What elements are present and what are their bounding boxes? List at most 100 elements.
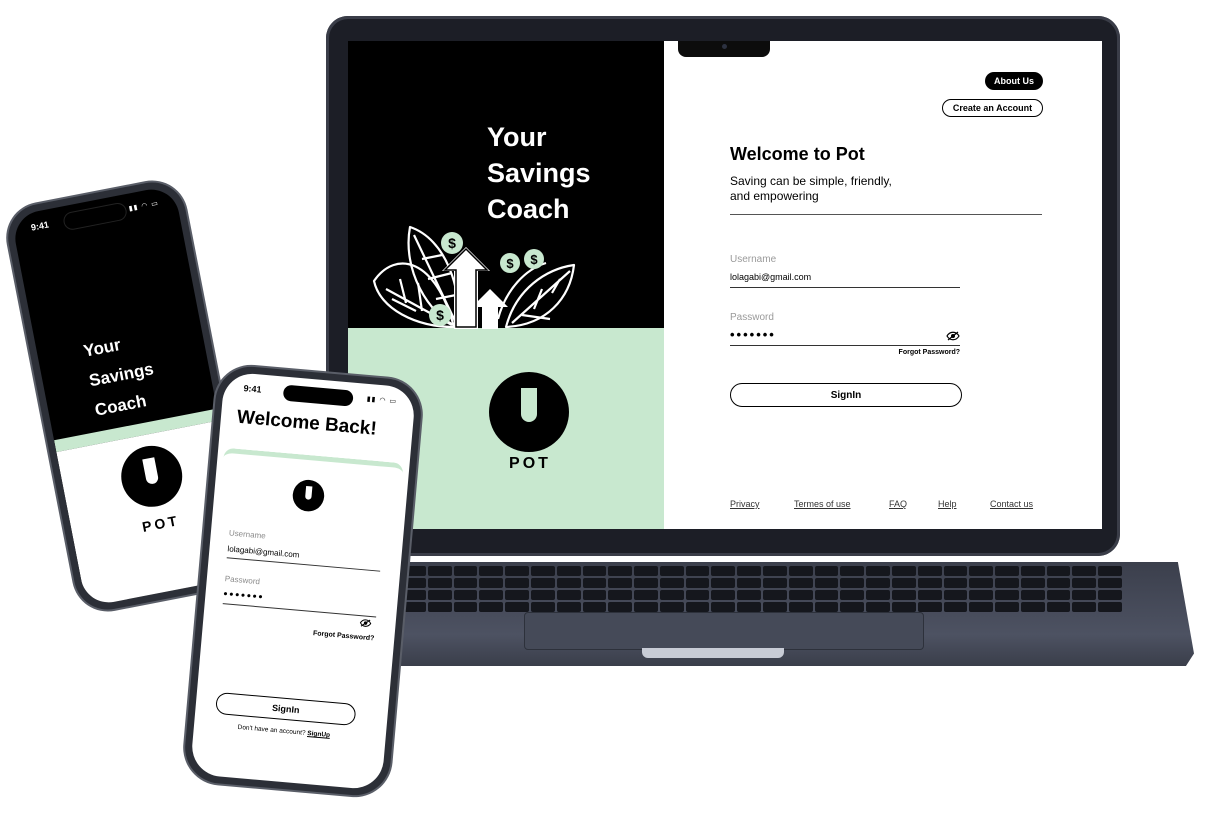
keyboard-key bbox=[891, 566, 916, 576]
username-label: Username bbox=[228, 528, 267, 541]
keyboard-key bbox=[866, 602, 890, 612]
forgot-password-link[interactable]: Forgot Password? bbox=[282, 627, 375, 642]
keyboard-key bbox=[814, 578, 839, 588]
svg-text:$: $ bbox=[436, 307, 444, 323]
battery-icon: ▭ bbox=[389, 397, 398, 406]
keyboard-key bbox=[969, 602, 994, 612]
login-card-top bbox=[223, 447, 404, 478]
keyboard-key bbox=[711, 602, 736, 612]
keyboard-key bbox=[1098, 590, 1122, 600]
signin-button[interactable]: SignIn bbox=[730, 383, 962, 407]
footer-privacy-link[interactable]: Privacy bbox=[730, 499, 760, 509]
keyboard-key bbox=[891, 578, 916, 588]
keyboard-key bbox=[814, 566, 839, 576]
keyboard-key bbox=[917, 590, 942, 600]
keyboard-key bbox=[1098, 602, 1122, 612]
keyboard-key bbox=[453, 602, 478, 612]
keyboard-key bbox=[1020, 590, 1045, 600]
keyboard-key bbox=[969, 578, 994, 588]
keyboard-key bbox=[582, 602, 607, 612]
keyboard-key bbox=[1046, 602, 1071, 612]
keyboard-key bbox=[453, 566, 478, 576]
username-input[interactable]: lolagabi@gmail.com bbox=[730, 272, 960, 288]
keyboard-key bbox=[608, 578, 633, 588]
brand-name: POT bbox=[509, 455, 551, 472]
footer-help-link[interactable]: Help bbox=[938, 499, 957, 509]
keyboard-key bbox=[840, 578, 865, 588]
keyboard-key bbox=[737, 602, 761, 612]
forgot-password-link[interactable]: Forgot Password? bbox=[860, 349, 960, 356]
password-input[interactable]: ••••••• bbox=[730, 328, 960, 346]
svg-text:$: $ bbox=[506, 256, 514, 271]
camera bbox=[722, 44, 727, 49]
keyboard-key bbox=[582, 590, 607, 600]
keyboard-key bbox=[788, 602, 813, 612]
footer-terms-link[interactable]: Termes of use bbox=[794, 499, 851, 509]
keyboard-key bbox=[634, 566, 658, 576]
keyboard-key bbox=[788, 590, 813, 600]
keyboard-key bbox=[427, 602, 452, 612]
keyboard-key bbox=[866, 578, 890, 588]
keyboard-key bbox=[814, 602, 839, 612]
keyboard-key bbox=[711, 566, 736, 576]
keyboard-key bbox=[530, 590, 555, 600]
keyboard-key bbox=[659, 578, 684, 588]
keyboard-key bbox=[659, 566, 684, 576]
battery-icon: ▭ bbox=[150, 200, 160, 209]
keyboard-key bbox=[711, 578, 736, 588]
signal-icon: ▮▮ bbox=[128, 203, 140, 213]
password-label: Password bbox=[224, 574, 261, 587]
dynamic-island bbox=[63, 202, 128, 231]
about-us-button[interactable]: About Us bbox=[985, 72, 1043, 90]
keyboard-key bbox=[1046, 578, 1071, 588]
keyboard-key bbox=[943, 590, 968, 600]
laptop-notch bbox=[678, 41, 770, 57]
keyboard-key bbox=[763, 602, 787, 612]
keyboard-key bbox=[608, 566, 633, 576]
username-input[interactable]: lolagabi@gmail.com bbox=[226, 544, 382, 572]
svg-text:$: $ bbox=[530, 252, 538, 267]
keyboard-key bbox=[917, 566, 942, 576]
eye-off-icon[interactable] bbox=[359, 618, 372, 628]
phone-login-screen: 9:41 ▮▮ ◠ ▭ Welcome Back! Username lolag… bbox=[189, 371, 417, 791]
keyboard-key bbox=[1020, 578, 1045, 588]
keyboard-key bbox=[763, 590, 787, 600]
keyboard-key bbox=[608, 602, 633, 612]
header-divider bbox=[730, 214, 1042, 215]
eye-off-icon[interactable] bbox=[946, 331, 960, 341]
keyboard-key bbox=[943, 602, 968, 612]
keyboard-key bbox=[582, 578, 607, 588]
keyboard-key bbox=[814, 590, 839, 600]
keyboard-key bbox=[427, 578, 452, 588]
signin-button[interactable]: SignIn bbox=[215, 691, 357, 727]
create-account-button[interactable]: Create an Account bbox=[942, 99, 1043, 117]
keyboard-key bbox=[840, 602, 865, 612]
keyboard-key bbox=[943, 566, 968, 576]
keyboard-key bbox=[479, 602, 504, 612]
svg-text:$: $ bbox=[448, 235, 456, 251]
signup-link[interactable]: SignUp bbox=[307, 730, 330, 739]
keyboard-key bbox=[866, 566, 890, 576]
password-input[interactable]: ••••••• bbox=[222, 588, 378, 618]
keyboard-key bbox=[969, 566, 994, 576]
keyboard-key bbox=[1046, 590, 1071, 600]
keyboard-key bbox=[427, 590, 452, 600]
keyboard-key bbox=[479, 590, 504, 600]
keyboard-key bbox=[505, 590, 529, 600]
keyboard-key bbox=[453, 578, 478, 588]
keyboard-key bbox=[1098, 566, 1122, 576]
keyboard-key bbox=[995, 590, 1019, 600]
keyboard-key bbox=[685, 590, 710, 600]
keyboard-key bbox=[711, 590, 736, 600]
status-time: 9:41 bbox=[30, 219, 50, 233]
keyboard-key bbox=[479, 578, 504, 588]
welcome-title: Welcome to Pot bbox=[730, 144, 865, 164]
keyboard-key bbox=[1098, 578, 1122, 588]
keyboard-key bbox=[1072, 578, 1097, 588]
welcome-back-title: Welcome Back! bbox=[236, 406, 378, 440]
keyboard-key bbox=[530, 578, 555, 588]
footer-faq-link[interactable]: FAQ bbox=[889, 499, 907, 509]
keyboard-key bbox=[737, 590, 761, 600]
keyboard-key bbox=[427, 566, 452, 576]
footer-contact-link[interactable]: Contact us bbox=[990, 499, 1033, 509]
